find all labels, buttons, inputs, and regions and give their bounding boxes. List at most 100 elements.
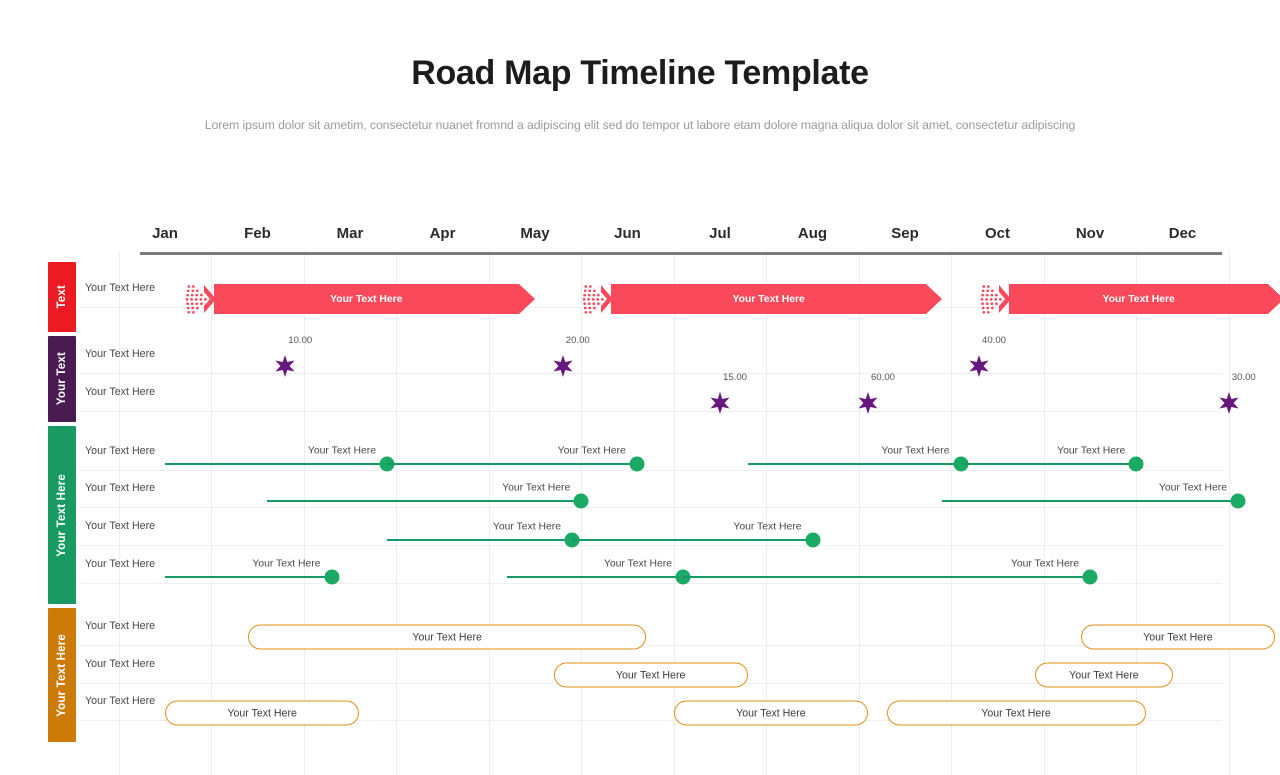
- milestone-line: [942, 500, 1238, 502]
- task-pill[interactable]: Your Text Here: [1080, 624, 1275, 650]
- milestone-star-value: 10.00: [288, 335, 313, 346]
- milestone-line: [266, 500, 582, 502]
- category-bar-3[interactable]: Your Text Here: [48, 608, 76, 742]
- phase-arrow-body: Your Text Here: [1009, 284, 1280, 314]
- phase-arrow-body: Your Text Here: [611, 284, 942, 314]
- halftone-chevron-icon: [184, 284, 218, 314]
- milestone-dot[interactable]: [564, 532, 580, 548]
- task-pill[interactable]: Your Text Here: [673, 700, 868, 726]
- grid-line-horizontal: [78, 645, 1222, 646]
- phase-arrow-label: Your Text Here: [1102, 293, 1175, 305]
- month-label-aug: Aug: [797, 225, 828, 242]
- grid-line-horizontal: [78, 720, 1222, 721]
- row-label: Your Text Here: [85, 386, 156, 398]
- phase-arrow-bar[interactable]: Your Text Here: [979, 284, 1280, 314]
- grid-layer: [0, 55, 1280, 775]
- task-pill[interactable]: Your Text Here: [165, 700, 360, 726]
- halftone-chevron-icon: [581, 284, 615, 314]
- milestone-label: Your Text Here: [733, 521, 802, 533]
- grid-line-horizontal: [78, 470, 1222, 471]
- row-label-column: Your Text Here Your Text Here Your Text He…: [0, 55, 1280, 775]
- month-label-feb: Feb: [244, 225, 271, 242]
- task-pill[interactable]: Your Text Here: [553, 662, 748, 688]
- month-label-dec: Dec: [1168, 225, 1197, 242]
- milestone-label: Your Text Here: [492, 521, 561, 533]
- milestone-label: Your Text Here: [881, 445, 950, 457]
- row-label: Your Text Here: [85, 348, 156, 360]
- month-label-jan: Jan: [152, 225, 178, 242]
- month-label-mar: Mar: [336, 225, 364, 242]
- milestone-star-value: 15.00: [723, 372, 748, 383]
- phase-arrow-label: Your Text Here: [732, 293, 805, 305]
- grid-line-horizontal: [78, 507, 1222, 508]
- category-bar-label: Your Text Here: [56, 473, 68, 557]
- milestone-label: Your Text Here: [1158, 482, 1227, 494]
- grid-line-horizontal: [78, 411, 1222, 412]
- category-sidebar: Text Your Text Your Text Here Your Text Her…: [0, 55, 1280, 775]
- grid-line-vertical: [1136, 251, 1138, 775]
- grid-line-horizontal: [78, 307, 1222, 308]
- milestone-dot[interactable]: [1128, 456, 1144, 472]
- milestone-label: Your Text Here: [557, 445, 626, 457]
- row-label: Your Text Here: [85, 620, 156, 632]
- task-pill[interactable]: Your Text Here: [1034, 662, 1174, 688]
- task-pill-label: Your Text Here: [412, 631, 482, 643]
- grid-line-vertical: [1043, 251, 1045, 775]
- grid-line-vertical: [951, 251, 953, 775]
- milestone-dot[interactable]: [675, 569, 691, 585]
- milestone-line: [747, 463, 961, 465]
- milestone-star-icon[interactable]: 15.00: [709, 372, 747, 414]
- month-label-oct: Oct: [984, 225, 1011, 242]
- milestone-dot[interactable]: [379, 456, 395, 472]
- milestone-dot[interactable]: [629, 456, 645, 472]
- milestone-line: [387, 539, 572, 541]
- milestone-star-value: 40.00: [982, 335, 1007, 346]
- milestone-star-icon[interactable]: 30.00: [1218, 372, 1256, 414]
- grid-line-horizontal: [78, 683, 1222, 684]
- grid-line-vertical: [211, 251, 213, 775]
- category-bar-label: Your Text Here: [56, 633, 68, 717]
- phase-arrow-bar[interactable]: Your Text Here: [581, 284, 942, 314]
- task-pill-label: Your Text Here: [615, 669, 686, 681]
- grid-line-vertical: [858, 251, 860, 775]
- grid-line-vertical: [488, 251, 490, 775]
- halftone-chevron-icon: [979, 284, 1013, 314]
- phase-arrow-label: Your Text Here: [330, 293, 403, 305]
- milestone-line: [165, 576, 332, 578]
- grid-line-vertical: [1228, 251, 1230, 775]
- grid-line-vertical: [673, 251, 675, 775]
- grid-line-vertical: [396, 251, 398, 775]
- milestone-star-icon[interactable]: 40.00: [968, 335, 1006, 377]
- month-label-jun: Jun: [614, 225, 641, 242]
- grid-line-horizontal: [78, 545, 1222, 546]
- category-bar-1[interactable]: Your Text: [48, 336, 76, 422]
- category-bar-label: Text: [56, 285, 68, 309]
- task-pill[interactable]: Your Text Here: [886, 700, 1146, 726]
- page-subtitle: Lorem ipsum dolor sit ametim, consectetu…: [204, 118, 1076, 133]
- milestone-star-value: 20.00: [565, 335, 590, 346]
- milestone-dot[interactable]: [1230, 493, 1246, 509]
- category-bar-2[interactable]: Your Text Here: [48, 426, 76, 604]
- milestone-dot[interactable]: [805, 532, 820, 548]
- row-label: Your Text Here: [85, 520, 156, 532]
- milestone-star-value: 30.00: [1231, 372, 1256, 383]
- milestone-star-value: 60.00: [871, 372, 896, 383]
- roadmap-timeline-chart: Jan Feb Mar Apr May Jun Jul Aug Sep Oct Nov Dec Tex…: [0, 55, 1280, 775]
- task-pill-label: Your Text Here: [227, 707, 297, 719]
- month-label-apr: Apr: [429, 225, 456, 242]
- milestone-dot[interactable]: [1082, 569, 1098, 585]
- phase-arrow-bar[interactable]: Your Text Here: [184, 284, 536, 314]
- task-pill[interactable]: Your Text Here: [248, 624, 646, 650]
- task-pill-label: Your Text Here: [1143, 631, 1213, 643]
- row-label: Your Text Here: [85, 282, 156, 294]
- milestone-dot[interactable]: [953, 456, 968, 472]
- milestone-star-icon[interactable]: 60.00: [857, 372, 895, 414]
- milestone-label: Your Text Here: [252, 558, 321, 570]
- milestone-dot[interactable]: [573, 493, 589, 509]
- grid-line-vertical: [118, 251, 120, 775]
- milestone-star-icon[interactable]: 20.00: [552, 335, 590, 377]
- milestone-dot[interactable]: [324, 569, 339, 585]
- category-bar-0[interactable]: Text: [48, 262, 76, 332]
- milestone-line: [165, 463, 387, 465]
- milestone-star-icon[interactable]: 10.00: [274, 335, 312, 377]
